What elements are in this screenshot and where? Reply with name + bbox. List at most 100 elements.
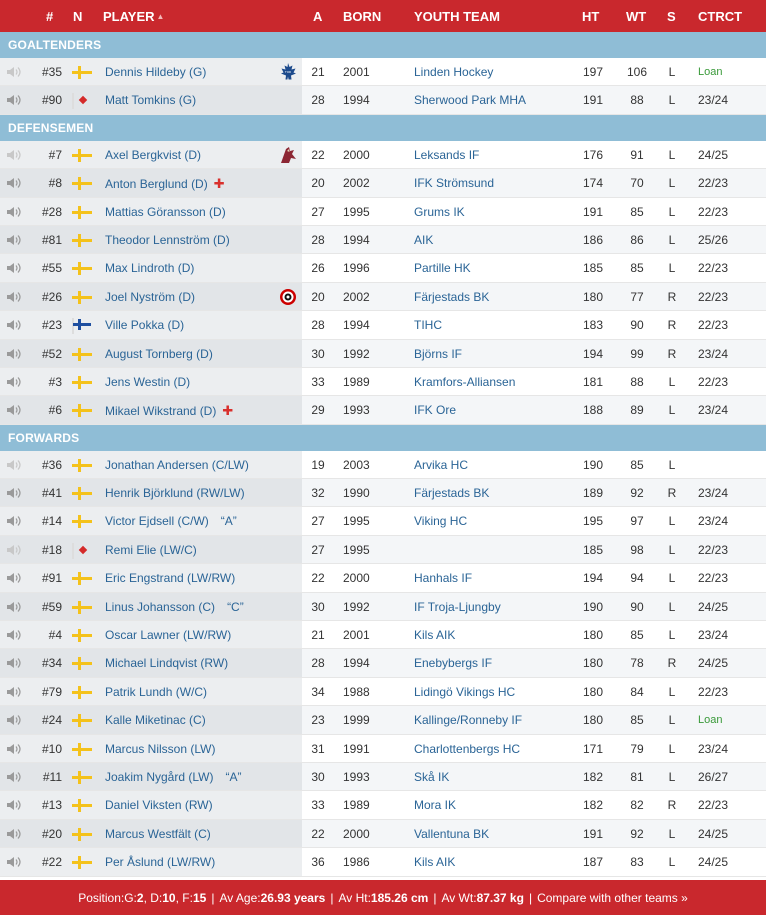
pronunciation-speaker-icon[interactable]	[6, 205, 22, 219]
youth-team-link[interactable]: Partille HK	[414, 261, 471, 275]
player-row[interactable]: #36 Jonathan Andersen (C/LW) 19 2003 Arvika …	[0, 450, 766, 480]
header-age[interactable]: A	[313, 9, 322, 24]
player-row[interactable]: #24 Kalle Miketinac (C) 23 1999 Kallinge/Ron…	[0, 706, 766, 735]
player-row[interactable]: #4 Oscar Lawner (LW/RW) 21 2001 Kils AIK 180 8…	[0, 621, 766, 650]
youth-team-link[interactable]: IFK Strömsund	[414, 176, 494, 190]
player-row[interactable]: #6 Mikael Wikstrand (D) ✚ 29 1993 IFK Ore 188 8…	[0, 396, 766, 425]
pronunciation-speaker-icon[interactable]	[6, 403, 22, 417]
header-weight[interactable]: WT	[626, 9, 646, 24]
pronunciation-speaker-icon[interactable]	[6, 827, 22, 841]
youth-team-link[interactable]: Viking HC	[414, 514, 467, 528]
player-row[interactable]: #13 Daniel Viksten (RW) 33 1989 Mora IK 182 82…	[0, 791, 766, 820]
player-name-link[interactable]: Mikael Wikstrand (D)	[105, 404, 216, 418]
header-born[interactable]: BORN	[343, 9, 381, 24]
pronunciation-speaker-icon[interactable]	[6, 148, 22, 162]
player-row[interactable]: #59 Linus Johansson (C) “C” 30 1992 IF Troja-…	[0, 592, 766, 622]
youth-team-link[interactable]: Kils AIK	[414, 855, 455, 869]
player-row[interactable]: #52 August Tornberg (D) 30 1992 Björns IF 194…	[0, 339, 766, 368]
youth-team-link[interactable]: Kils AIK	[414, 628, 455, 642]
player-row[interactable]: #7 Axel Bergkvist (D) 22 2000 Leksands IF 176…	[0, 140, 766, 170]
pronunciation-speaker-icon[interactable]	[6, 600, 22, 614]
player-name-link[interactable]: Mattias Göransson (D)	[105, 205, 226, 219]
player-row[interactable]: #8 Anton Berglund (D) ✚ 20 2002 IFK Strömsund…	[0, 169, 766, 198]
player-name-link[interactable]: Max Lindroth (D)	[105, 261, 194, 275]
player-name-link[interactable]: Theodor Lennström (D)	[105, 233, 230, 247]
pronunciation-speaker-icon[interactable]	[6, 685, 22, 699]
player-name-link[interactable]: Joel Nyström (D)	[105, 290, 195, 304]
player-name-link[interactable]: Ville Pokka (D)	[105, 318, 184, 332]
youth-team-link[interactable]: Skå IK	[414, 770, 449, 784]
maple-leafs-logo-icon[interactable]: TOR	[278, 62, 298, 82]
player-row[interactable]: #28 Mattias Göransson (D) 27 1995 Grums IK 19…	[0, 197, 766, 226]
pronunciation-speaker-icon[interactable]	[6, 855, 22, 869]
player-name-link[interactable]: Eric Engstrand (LW/RW)	[105, 571, 235, 585]
player-row[interactable]: #20 Marcus Westfält (C) 22 2000 Vallentuna B…	[0, 819, 766, 849]
player-name-link[interactable]: Oscar Lawner (LW/RW)	[105, 628, 231, 642]
player-name-link[interactable]: Marcus Westfält (C)	[105, 827, 211, 841]
player-row[interactable]: #79 Patrik Lundh (W/C) 34 1988 Lidingö Vikin…	[0, 677, 766, 707]
youth-team-link[interactable]: Vallentuna BK	[414, 827, 489, 841]
youth-team-link[interactable]: Leksands IF	[414, 148, 479, 162]
header-youth-team[interactable]: YOUTH TEAM	[414, 9, 500, 24]
player-name-link[interactable]: Victor Ejdsell (C/W)	[105, 514, 209, 528]
pronunciation-speaker-icon[interactable]	[6, 486, 22, 500]
pronunciation-speaker-icon[interactable]	[6, 742, 22, 756]
youth-team-link[interactable]: IFK Ore	[414, 403, 456, 417]
header-shoots[interactable]: S	[667, 9, 676, 24]
player-row[interactable]: #18 Remi Elie (LW/C) 27 1995 185 98 L 22/23	[0, 535, 766, 565]
youth-team-link[interactable]: Grums IK	[414, 205, 465, 219]
player-name-link[interactable]: Matt Tomkins (G)	[105, 93, 196, 107]
pronunciation-speaker-icon[interactable]	[6, 318, 22, 332]
pronunciation-speaker-icon[interactable]	[6, 261, 22, 275]
youth-team-link[interactable]: Linden Hockey	[414, 65, 493, 79]
youth-team-link[interactable]: Charlottenbergs HC	[414, 742, 520, 756]
player-row[interactable]: #11 Joakim Nygård (LW) “A” 30 1993 Skå IK 182 8…	[0, 762, 766, 792]
player-row[interactable]: #34 Michael Lindqvist (RW) 28 1994 Enebyberg…	[0, 649, 766, 678]
header-contract[interactable]: CTRCT	[698, 9, 742, 24]
pronunciation-speaker-icon[interactable]	[6, 713, 22, 727]
pronunciation-speaker-icon[interactable]	[6, 176, 22, 190]
player-row[interactable]: #90 Matt Tomkins (G) 28 1994 Sherwood Park M…	[0, 86, 766, 115]
player-row[interactable]: #55 Max Lindroth (D) 26 1996 Partille HK 185 8…	[0, 254, 766, 283]
youth-team-link[interactable]: Enebybergs IF	[414, 656, 492, 670]
youth-team-link[interactable]: Arvika HC	[414, 458, 468, 472]
player-name-link[interactable]: Kalle Miketinac (C)	[105, 713, 206, 727]
header-number[interactable]: #	[46, 9, 53, 24]
pronunciation-speaker-icon[interactable]	[6, 656, 22, 670]
player-row[interactable]: #91 Eric Engstrand (LW/RW) 22 2000 Hanhals I…	[0, 564, 766, 593]
pronunciation-speaker-icon[interactable]	[6, 543, 22, 557]
pronunciation-speaker-icon[interactable]	[6, 375, 22, 389]
youth-team-link[interactable]: Färjestads BK	[414, 290, 489, 304]
player-name-link[interactable]: Remi Elie (LW/C)	[105, 543, 197, 557]
pronunciation-speaker-icon[interactable]	[6, 233, 22, 247]
compare-teams-link[interactable]: Compare with other teams »	[537, 891, 688, 905]
player-row[interactable]: #81 Theodor Lennström (D) 28 1994 AIK 186 86 L 2…	[0, 225, 766, 255]
pronunciation-speaker-icon[interactable]	[6, 770, 22, 784]
header-height[interactable]: HT	[582, 9, 599, 24]
header-player[interactable]: PLAYER ▲	[103, 9, 164, 24]
player-row[interactable]: #23 Ville Pokka (D) 28 1994 TIHC 183 90 R 22/23	[0, 311, 766, 340]
player-name-link[interactable]: Joakim Nygård (LW)	[105, 770, 213, 784]
player-name-link[interactable]: Per Åslund (LW/RW)	[105, 855, 215, 869]
player-row[interactable]: #14 Victor Ejdsell (C/W) “A” 27 1995 Viking H…	[0, 507, 766, 536]
player-name-link[interactable]: Jonathan Andersen (C/LW)	[105, 458, 249, 472]
player-name-link[interactable]: August Tornberg (D)	[105, 347, 213, 361]
pronunciation-speaker-icon[interactable]	[6, 93, 22, 107]
youth-team-link[interactable]: IF Troja-Ljungby	[414, 600, 501, 614]
youth-team-link[interactable]: Lidingö Vikings HC	[414, 685, 515, 699]
pronunciation-speaker-icon[interactable]	[6, 798, 22, 812]
youth-team-link[interactable]: Sherwood Park MHA	[414, 93, 526, 107]
pronunciation-speaker-icon[interactable]	[6, 65, 22, 79]
youth-team-link[interactable]: Kramfors-Alliansen	[414, 375, 515, 389]
header-nation[interactable]: N	[73, 9, 82, 24]
pronunciation-speaker-icon[interactable]	[6, 290, 22, 304]
player-row[interactable]: #26 Joel Nyström (D) 20 2002 Färjestads BK 18…	[0, 282, 766, 312]
player-name-link[interactable]: Michael Lindqvist (RW)	[105, 656, 228, 670]
pronunciation-speaker-icon[interactable]	[6, 514, 22, 528]
player-row[interactable]: #3 Jens Westin (D) 33 1989 Kramfors-Allianse…	[0, 367, 766, 397]
player-row[interactable]: #22 Per Åslund (LW/RW) 36 1986 Kils AIK 187 83…	[0, 848, 766, 877]
player-row[interactable]: #35 Dennis Hildeby (G) TOR 21 2001 Linden Hoc…	[0, 58, 766, 87]
player-name-link[interactable]: Linus Johansson (C)	[105, 600, 215, 614]
pronunciation-speaker-icon[interactable]	[6, 571, 22, 585]
player-name-link[interactable]: Anton Berglund (D)	[105, 177, 208, 191]
